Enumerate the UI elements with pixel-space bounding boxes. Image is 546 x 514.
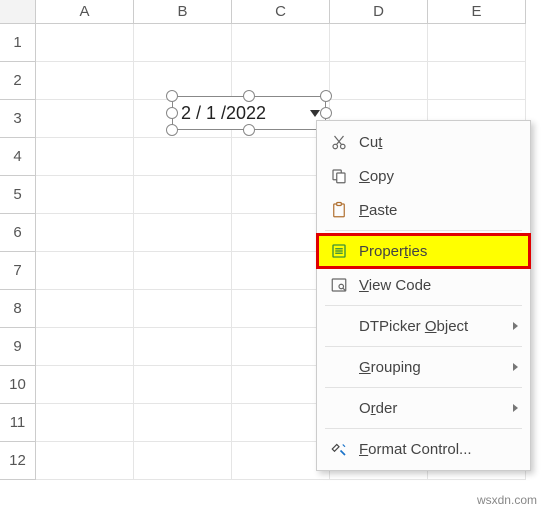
row-header-2[interactable]: 2	[0, 62, 36, 100]
row-header-12[interactable]: 12	[0, 442, 36, 480]
col-header-d[interactable]: D	[330, 0, 428, 24]
col-header-b[interactable]: B	[134, 0, 232, 24]
menu-label: Cut	[359, 134, 518, 151]
menu-item-properties[interactable]: Properties	[317, 234, 530, 268]
row-header-1[interactable]: 1	[0, 24, 36, 62]
menu-item-dtpicker-object[interactable]: DTPicker Object	[317, 309, 530, 343]
row-header-10[interactable]: 10	[0, 366, 36, 404]
menu-item-paste[interactable]: Paste	[317, 193, 530, 227]
menu-label: View Code	[359, 277, 518, 294]
resize-handle[interactable]	[243, 90, 255, 102]
row-header-7[interactable]: 7	[0, 252, 36, 290]
properties-icon	[327, 242, 351, 260]
row-header-3[interactable]: 3	[0, 100, 36, 138]
select-all-corner[interactable]	[0, 0, 36, 24]
format-control-icon	[327, 440, 351, 458]
menu-item-copy[interactable]: Copy	[317, 159, 530, 193]
menu-label: Paste	[359, 202, 518, 219]
menu-label: Format Control...	[359, 441, 518, 458]
resize-handle[interactable]	[320, 90, 332, 102]
resize-handle[interactable]	[166, 107, 178, 119]
cut-icon	[327, 133, 351, 151]
column-headers: A B C D E	[36, 0, 546, 24]
row-header-4[interactable]: 4	[0, 138, 36, 176]
row-header-9[interactable]: 9	[0, 328, 36, 366]
menu-separator	[325, 346, 522, 347]
row-header-6[interactable]: 6	[0, 214, 36, 252]
row-headers: 1 2 3 4 5 6 7 8 9 10 11 12	[0, 24, 36, 480]
submenu-arrow-icon	[513, 363, 518, 371]
resize-handle[interactable]	[166, 124, 178, 136]
menu-separator	[325, 305, 522, 306]
menu-separator	[325, 387, 522, 388]
menu-item-view-code[interactable]: View Code	[317, 268, 530, 302]
resize-handle[interactable]	[166, 90, 178, 102]
submenu-arrow-icon	[513, 322, 518, 330]
menu-separator	[325, 428, 522, 429]
menu-label: Copy	[359, 168, 518, 185]
date-picker-value: 2 / 1 /2022	[181, 103, 266, 124]
menu-separator	[325, 230, 522, 231]
row-header-11[interactable]: 11	[0, 404, 36, 442]
view-code-icon	[327, 276, 351, 294]
row-header-5[interactable]: 5	[0, 176, 36, 214]
resize-handle[interactable]	[243, 124, 255, 136]
resize-handle[interactable]	[320, 107, 332, 119]
menu-label: Grouping	[359, 359, 513, 376]
paste-icon	[327, 201, 351, 219]
col-header-a[interactable]: A	[36, 0, 134, 24]
menu-item-grouping[interactable]: Grouping	[317, 350, 530, 384]
menu-label: Order	[359, 400, 513, 417]
menu-item-cut[interactable]: Cut	[317, 125, 530, 159]
row-header-8[interactable]: 8	[0, 290, 36, 328]
watermark: wsxdn.com	[474, 492, 540, 508]
menu-label: DTPicker Object	[359, 318, 513, 335]
col-header-e[interactable]: E	[428, 0, 526, 24]
menu-item-order[interactable]: Order	[317, 391, 530, 425]
menu-item-format-control[interactable]: Format Control...	[317, 432, 530, 466]
col-header-c[interactable]: C	[232, 0, 330, 24]
context-menu: Cut Copy Paste Properties View Code DTPi…	[316, 120, 531, 471]
menu-label: Properties	[359, 243, 518, 260]
copy-icon	[327, 167, 351, 185]
submenu-arrow-icon	[513, 404, 518, 412]
